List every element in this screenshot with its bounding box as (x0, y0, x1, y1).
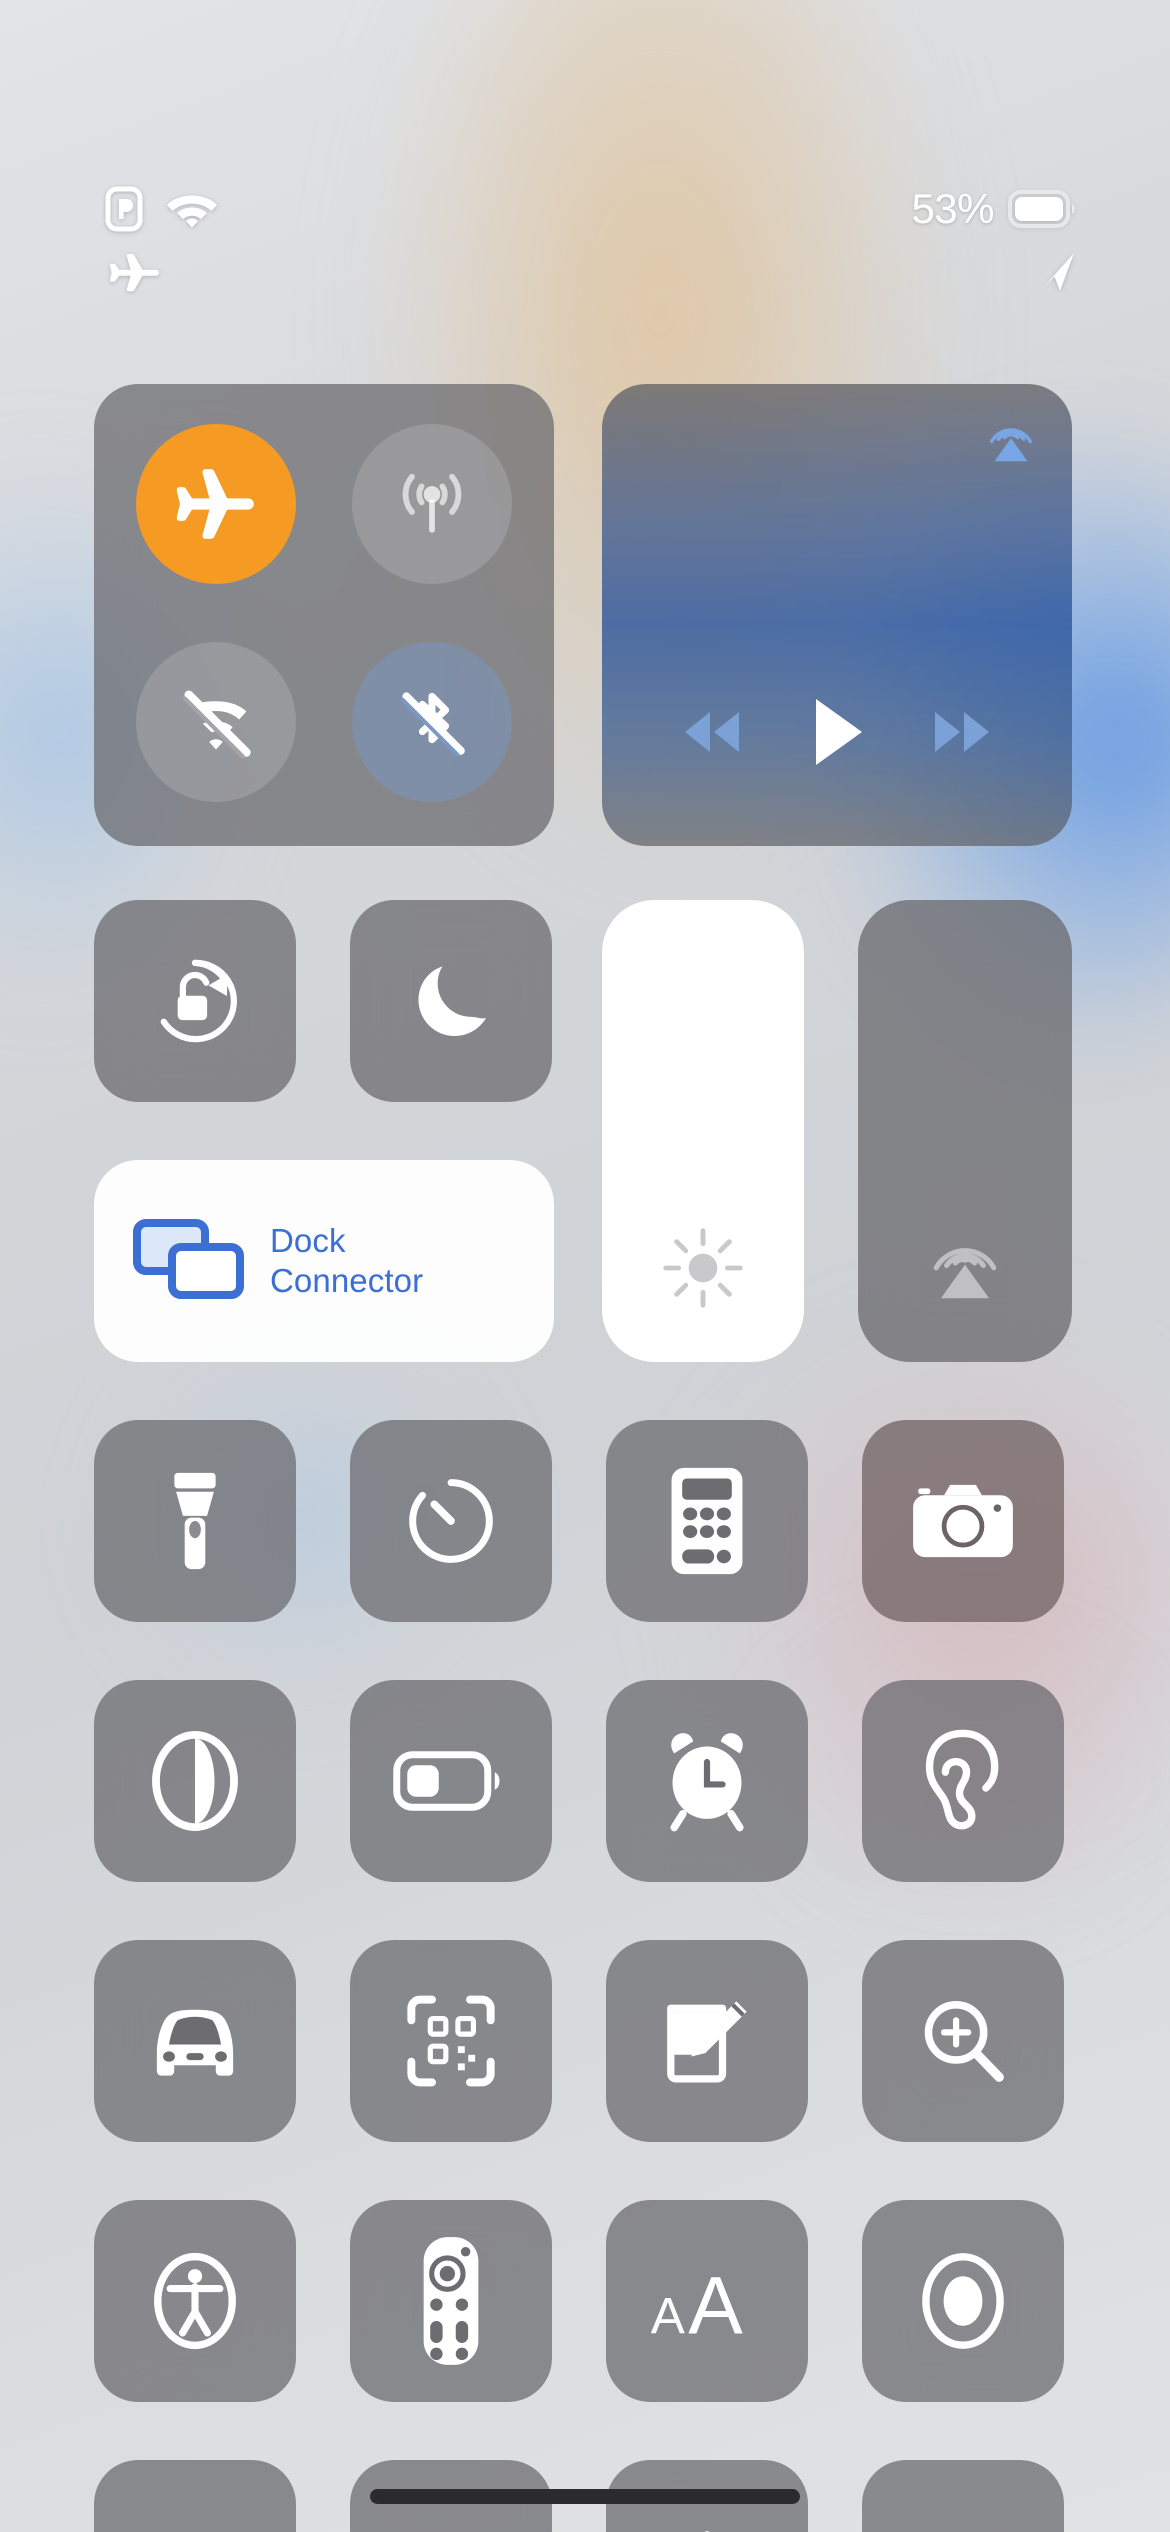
generic-icon (913, 2511, 1013, 2532)
text-size-aa-icon: A A (651, 2260, 743, 2347)
quick-note-tile[interactable] (606, 1940, 808, 2142)
airplane-icon (176, 469, 254, 539)
now-playing-module[interactable] (602, 384, 1072, 846)
apple-tv-remote-tile[interactable] (350, 2200, 552, 2402)
camera-icon (913, 1484, 1013, 1558)
airplay-audio-icon (917, 1215, 1013, 1316)
home-icon (704, 2531, 710, 2532)
airplay-audio-icon (989, 428, 1033, 462)
tv-remote-icon (423, 2237, 479, 2365)
rewind-icon (685, 712, 740, 752)
calculator-icon (671, 1467, 743, 1575)
hearing-aid-icon (401, 2511, 501, 2532)
media-controls (602, 693, 1072, 776)
brightness-sun-icon (660, 1225, 746, 1316)
magnifier-tile[interactable] (862, 1940, 1064, 2142)
svg-text:A: A (688, 2260, 743, 2347)
flashlight-tile[interactable] (94, 1420, 296, 1622)
control-center-grid: Dock Connector A A (0, 0, 1170, 2532)
airplay-button[interactable] (978, 404, 1044, 475)
dark-mode-circle-icon (152, 1730, 238, 1832)
code-scanner-tile[interactable] (350, 1940, 552, 2142)
camera-tile[interactable] (862, 1420, 1064, 1622)
wifi-slash-icon (182, 690, 251, 759)
do-not-disturb-tile[interactable] (350, 900, 552, 1102)
play-icon (815, 699, 862, 765)
hearing-aid-icon (145, 2511, 245, 2532)
car-icon (156, 2009, 234, 2076)
record-circle-icon (922, 2253, 1004, 2349)
calculator-tile[interactable] (606, 1420, 808, 1622)
magnifier-plus-icon (924, 2001, 1004, 2082)
ear-icon (925, 1729, 999, 1830)
low-power-mode-tile[interactable] (350, 1680, 552, 1882)
accessibility-tile[interactable] (94, 2200, 296, 2402)
control-center-screen: 53% Dock Connector A A (0, 0, 1170, 2532)
rotation-lock-icon (160, 959, 237, 1043)
text-size-tile[interactable]: A A (606, 2200, 808, 2402)
battery-icon (393, 1751, 500, 1811)
flashlight-icon (174, 1472, 216, 1570)
rewind-button[interactable] (675, 704, 749, 765)
alarm-clock-icon (670, 1733, 744, 1832)
volume-slider[interactable] (858, 900, 1072, 1362)
svg-text:A: A (651, 2287, 685, 2344)
rotation-lock-tile[interactable] (94, 900, 296, 1102)
screen-mirroring-icon (132, 1216, 244, 1307)
bluetooth-slash-icon (400, 692, 465, 757)
home-indicator[interactable] (370, 2489, 800, 2504)
cellular-data-toggle[interactable] (352, 424, 512, 584)
timer-tile[interactable] (350, 1420, 552, 1622)
hearing-tile[interactable] (862, 1680, 1064, 1882)
play-button[interactable] (804, 693, 870, 776)
timer-icon (409, 1479, 493, 1563)
fast-forward-button[interactable] (925, 704, 999, 765)
dock-connector-label: Dock Connector (270, 1221, 424, 1299)
bluetooth-toggle[interactable] (352, 642, 512, 802)
connectivity-module[interactable] (94, 384, 554, 846)
dark-mode-tile[interactable] (94, 1680, 296, 1882)
accessibility-icon (154, 2252, 236, 2350)
screen-recording-tile[interactable] (862, 2200, 1064, 2402)
airplane-mode-toggle[interactable] (136, 424, 296, 584)
screen-mirroring-tile[interactable]: Dock Connector (94, 1160, 554, 1362)
fast-forward-icon (934, 712, 989, 752)
brightness-slider[interactable] (602, 900, 804, 1362)
cellular-antenna-icon (402, 473, 462, 533)
qr-code-icon (407, 1995, 495, 2087)
note-pencil-icon (667, 2001, 747, 2083)
driving-focus-tile[interactable] (94, 1940, 296, 2142)
alarm-tile[interactable] (606, 1680, 808, 1882)
moon-icon (418, 966, 486, 1036)
wifi-toggle[interactable] (136, 642, 296, 802)
partial-tile[interactable] (862, 2460, 1064, 2532)
hearing-aid-tile[interactable] (94, 2460, 296, 2532)
